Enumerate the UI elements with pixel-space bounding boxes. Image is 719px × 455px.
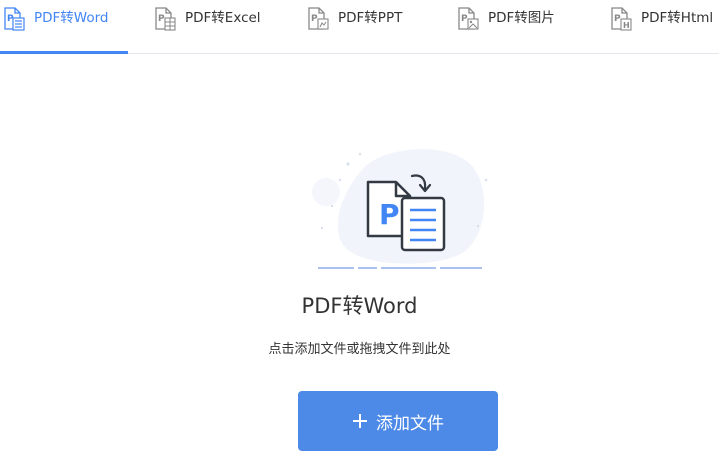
tab-bar: P PDF转Word P PDF转Excel P PDF转PPT P PDF转图… — [0, 0, 719, 54]
pdf-to-word-convert-icon: P — [312, 149, 488, 269]
tab-label: PDF转Html — [641, 10, 714, 26]
pdf-to-ppt-icon: P — [308, 7, 329, 30]
svg-text:P: P — [158, 14, 165, 24]
page-title: PDF转Word — [301, 294, 418, 318]
tab-pdf-to-word[interactable]: P PDF转Word — [2, 0, 109, 54]
svg-text:P: P — [614, 14, 621, 24]
tab-pdf-to-excel[interactable]: P PDF转Excel — [153, 0, 261, 54]
svg-text:P: P — [379, 198, 400, 231]
pdf-to-image-icon: P — [458, 7, 479, 30]
svg-text:P: P — [461, 14, 468, 24]
add-file-button[interactable]: 添加文件 — [298, 391, 498, 451]
tab-pdf-to-ppt[interactable]: P PDF转PPT — [306, 0, 402, 54]
plus-icon — [353, 414, 367, 428]
tab-label: PDF转PPT — [338, 10, 403, 26]
tab-label: PDF转Word — [34, 10, 109, 26]
tab-pdf-to-html[interactable]: P H PDF转Html — [609, 0, 713, 54]
active-tab-indicator — [0, 51, 128, 54]
pdf-to-excel-icon: P — [155, 7, 176, 31]
svg-text:H: H — [623, 21, 630, 30]
tab-label: PDF转图片 — [488, 10, 555, 26]
drop-hint-text: 点击添加文件或拖拽文件到此处 — [268, 342, 451, 357]
tab-label: PDF转Excel — [185, 10, 261, 26]
add-file-button-label: 添加文件 — [376, 413, 444, 434]
svg-text:P: P — [311, 14, 318, 24]
pdf-to-html-icon: P H — [611, 7, 632, 31]
pdf-to-word-icon: P — [4, 7, 25, 31]
tab-pdf-to-image[interactable]: P PDF转图片 — [456, 0, 555, 54]
